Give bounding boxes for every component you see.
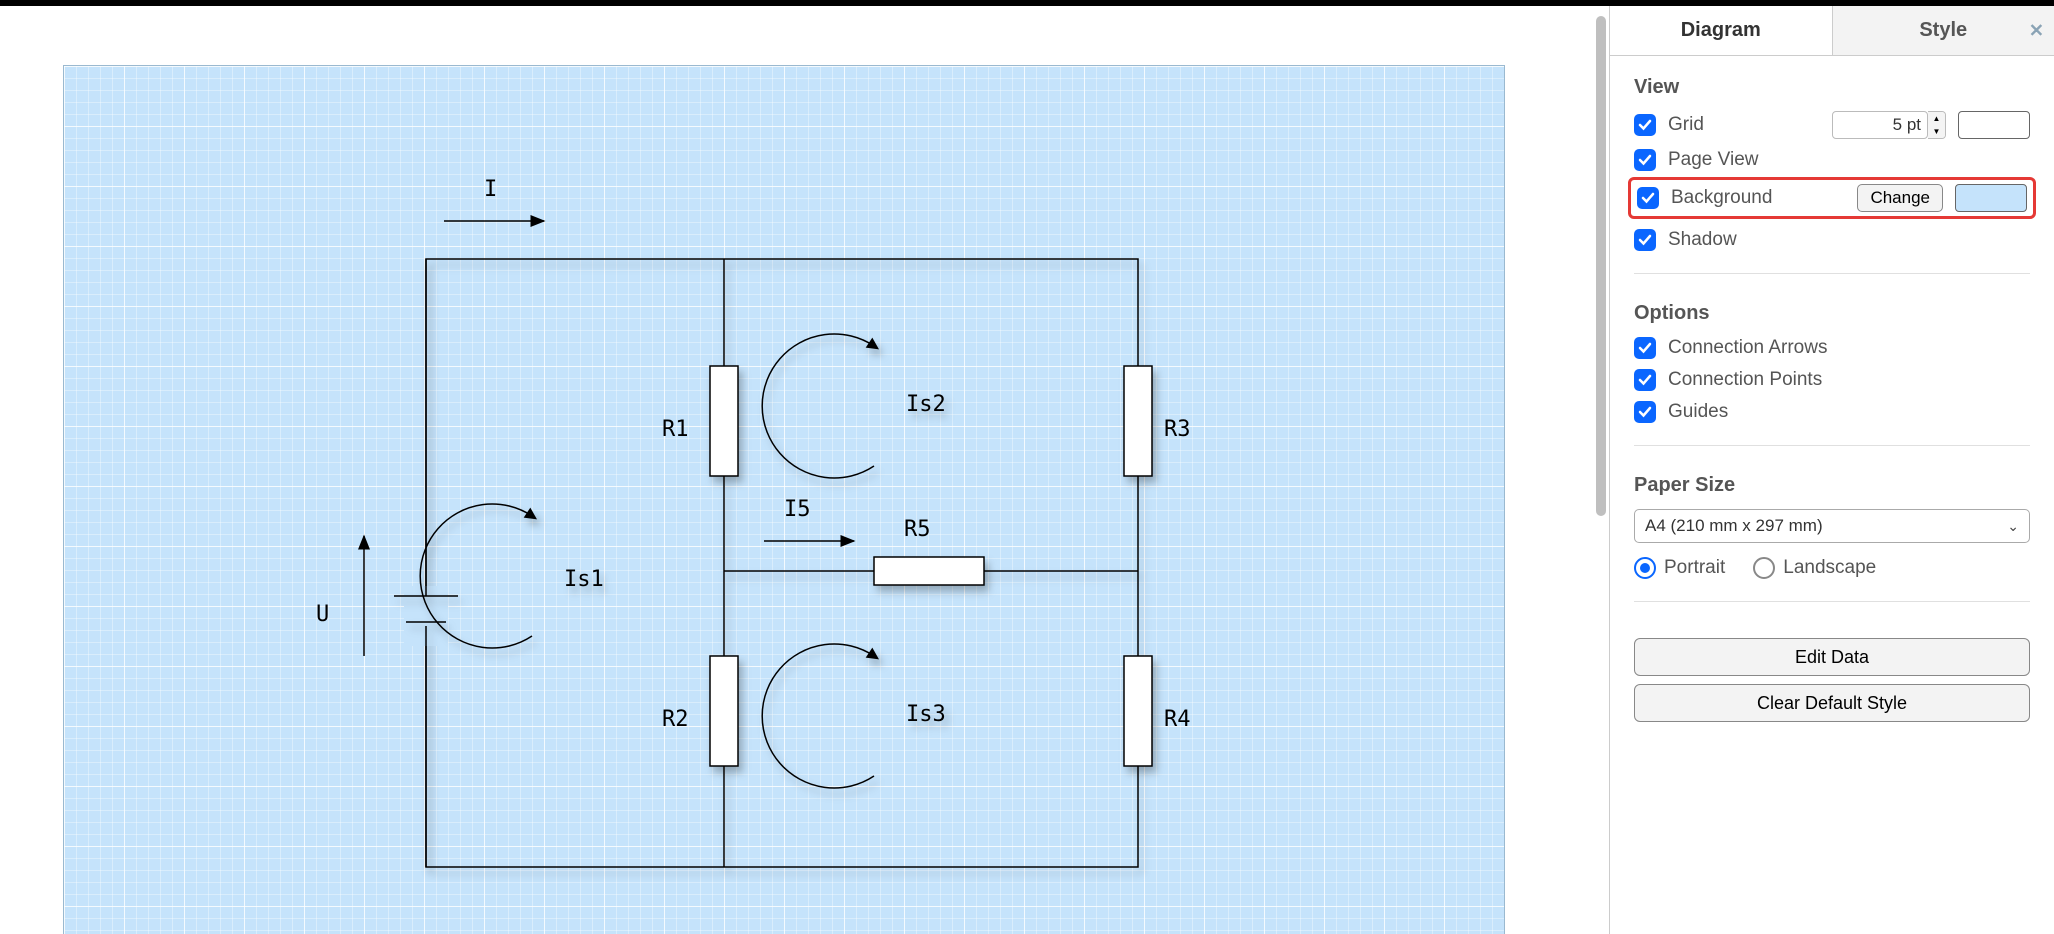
panel-tabs: Diagram Style ✕ (1610, 6, 2054, 56)
svg-text:I: I (484, 177, 497, 202)
change-background-button[interactable]: Change (1857, 184, 1943, 212)
view-title: View (1634, 76, 2030, 99)
paper-title: Paper Size (1634, 474, 2030, 497)
section-view: View Grid 5 pt ▲ ▼ (1634, 76, 2030, 274)
paper-size-value: A4 (210 mm x 297 mm) (1645, 516, 1823, 536)
label-guides: Guides (1668, 401, 1728, 423)
svg-text:I5: I5 (784, 497, 811, 522)
background-row-highlight: Background Change (1628, 177, 2036, 219)
options-title: Options (1634, 302, 2030, 325)
tab-diagram[interactable]: Diagram (1610, 6, 1833, 55)
stepper-up-icon[interactable]: ▲ (1928, 112, 1945, 125)
close-icon[interactable]: ✕ (2029, 20, 2044, 41)
resistor-r5[interactable] (874, 557, 984, 585)
label-background: Background (1671, 187, 1772, 209)
label-connpoints: Connection Points (1668, 369, 1822, 391)
voltage-u-arrow: U (316, 536, 364, 656)
circuit-diagram[interactable]: I U R1 R2 R3 R4 R5 I (64, 66, 1504, 934)
tab-style-label: Style (1919, 19, 1967, 42)
checkbox-grid[interactable] (1634, 114, 1656, 136)
loop-is3[interactable]: Is3 (762, 644, 946, 788)
label-portrait: Portrait (1664, 557, 1725, 579)
current-i-arrow: I (444, 177, 544, 221)
svg-text:U: U (316, 602, 329, 627)
edit-data-button[interactable]: Edit Data (1634, 638, 2030, 676)
grid-size-stepper[interactable]: ▲ ▼ (1928, 111, 1946, 139)
resistor-r2[interactable] (710, 656, 738, 766)
label-r3: R3 (1164, 417, 1191, 442)
section-paper: Paper Size A4 (210 mm x 297 mm) ⌄ Portra… (1634, 474, 2030, 602)
label-r5: R5 (904, 517, 931, 542)
checkbox-shadow[interactable] (1634, 229, 1656, 251)
canvas-area[interactable]: I U R1 R2 R3 R4 R5 I (0, 6, 1609, 934)
grid-color-swatch[interactable] (1958, 111, 2030, 139)
label-r4: R4 (1164, 707, 1191, 732)
section-options: Options Connection Arrows Connection Poi… (1634, 302, 2030, 446)
main-area: I U R1 R2 R3 R4 R5 I (0, 6, 2054, 934)
right-panel: Diagram Style ✕ View Grid 5 pt (1609, 6, 2054, 934)
grid-size-input[interactable]: 5 pt (1832, 111, 1928, 139)
tab-diagram-label: Diagram (1681, 19, 1761, 42)
resistor-r4[interactable] (1124, 656, 1152, 766)
svg-text:Is2: Is2 (906, 392, 946, 417)
current-i5-arrow: I5 (764, 497, 854, 541)
chevron-down-icon: ⌄ (2007, 518, 2019, 535)
stepper-down-icon[interactable]: ▼ (1928, 125, 1945, 138)
background-color-swatch[interactable] (1955, 184, 2027, 212)
svg-text:Is3: Is3 (906, 702, 946, 727)
resistor-r1[interactable] (710, 366, 738, 476)
voltage-source[interactable] (394, 259, 458, 867)
label-shadow: Shadow (1668, 229, 1737, 251)
checkbox-guides[interactable] (1634, 401, 1656, 423)
loop-is2[interactable]: Is2 (762, 334, 946, 478)
svg-text:Is1: Is1 (564, 567, 604, 592)
diagram-page[interactable]: I U R1 R2 R3 R4 R5 I (64, 66, 1504, 934)
checkbox-background[interactable] (1637, 187, 1659, 209)
label-pageview: Page View (1668, 149, 1759, 171)
clear-default-style-button[interactable]: Clear Default Style (1634, 684, 2030, 722)
label-connarrows: Connection Arrows (1668, 337, 1827, 359)
radio-landscape[interactable] (1753, 557, 1775, 579)
label-grid: Grid (1668, 114, 1704, 136)
resistor-r3[interactable] (1124, 366, 1152, 476)
checkbox-connarrows[interactable] (1634, 337, 1656, 359)
section-actions: Edit Data Clear Default Style (1634, 630, 2030, 722)
tab-style[interactable]: Style ✕ (1833, 6, 2054, 55)
paper-size-select[interactable]: A4 (210 mm x 297 mm) ⌄ (1634, 509, 2030, 543)
canvas-scrollbar[interactable] (1596, 16, 1606, 516)
radio-portrait[interactable] (1634, 557, 1656, 579)
label-r1: R1 (662, 417, 689, 442)
checkbox-pageview[interactable] (1634, 149, 1656, 171)
label-landscape: Landscape (1783, 557, 1876, 579)
checkbox-connpoints[interactable] (1634, 369, 1656, 391)
label-r2: R2 (662, 707, 689, 732)
